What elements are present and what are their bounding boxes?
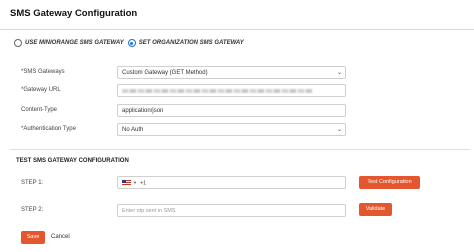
radio-label-miniorange: USE MINIORANGE SMS GATEWAY — [25, 40, 124, 46]
radio-button-organization[interactable] — [127, 39, 136, 47]
test-configuration-button[interactable]: Test Configuration — [359, 176, 420, 189]
gateway-url-label: *Gateway URL — [21, 87, 61, 93]
gateway-url-input[interactable] — [117, 84, 346, 97]
step2-label: STEP 2: — [21, 207, 44, 213]
chevron-down-icon: ⌄ — [336, 127, 342, 133]
step1-label: STEP 1: — [21, 180, 44, 186]
test-section-title: TEST SMS GATEWAY CONFIGURATION — [16, 158, 129, 164]
section-divider — [10, 149, 470, 150]
save-button[interactable]: Save — [21, 231, 45, 244]
content-type-label: Content-Type — [21, 107, 58, 113]
auth-type-value: No Auth — [122, 127, 144, 133]
cancel-link[interactable]: Cancel — [51, 234, 70, 240]
page-header: SMS Gateway Configuration — [0, 0, 474, 30]
radio-button-miniorange[interactable] — [14, 39, 22, 47]
radio-label-organization: SET ORGANIZATION SMS GATEWAY — [138, 40, 244, 46]
radio-set-organization[interactable]: SET ORGANIZATION SMS GATEWAY — [127, 39, 244, 47]
sms-gateways-value: Custom Gateway (GET Method) — [122, 70, 208, 76]
gateway-choice: USE MINIORANGE SMS GATEWAY SET ORGANIZAT… — [14, 39, 248, 47]
otp-input[interactable]: Enter otp sent in SMS — [117, 204, 346, 217]
otp-placeholder: Enter otp sent in SMS — [122, 208, 176, 214]
content-type-value: application/json — [122, 108, 164, 114]
radio-use-miniorange[interactable]: USE MINIORANGE SMS GATEWAY — [14, 39, 124, 47]
chevron-down-icon[interactable]: ▼ — [133, 180, 137, 185]
gateway-url-redacted-value — [122, 89, 312, 93]
us-flag-icon[interactable] — [122, 180, 131, 186]
validate-button[interactable]: Validate — [359, 203, 392, 216]
country-code: +1 — [139, 180, 147, 187]
phone-input[interactable]: ▼ +1 — [117, 176, 346, 189]
auth-type-select[interactable]: No Auth ⌄ — [117, 123, 346, 136]
page-title: SMS Gateway Configuration — [10, 8, 138, 19]
sms-gateways-label: *SMS Gateways — [21, 69, 65, 75]
content-type-input[interactable]: application/json — [117, 104, 346, 117]
chevron-down-icon: ⌄ — [336, 70, 342, 76]
auth-type-label: *Authentication Type — [21, 126, 76, 132]
sms-gateways-select[interactable]: Custom Gateway (GET Method) ⌄ — [117, 66, 346, 79]
